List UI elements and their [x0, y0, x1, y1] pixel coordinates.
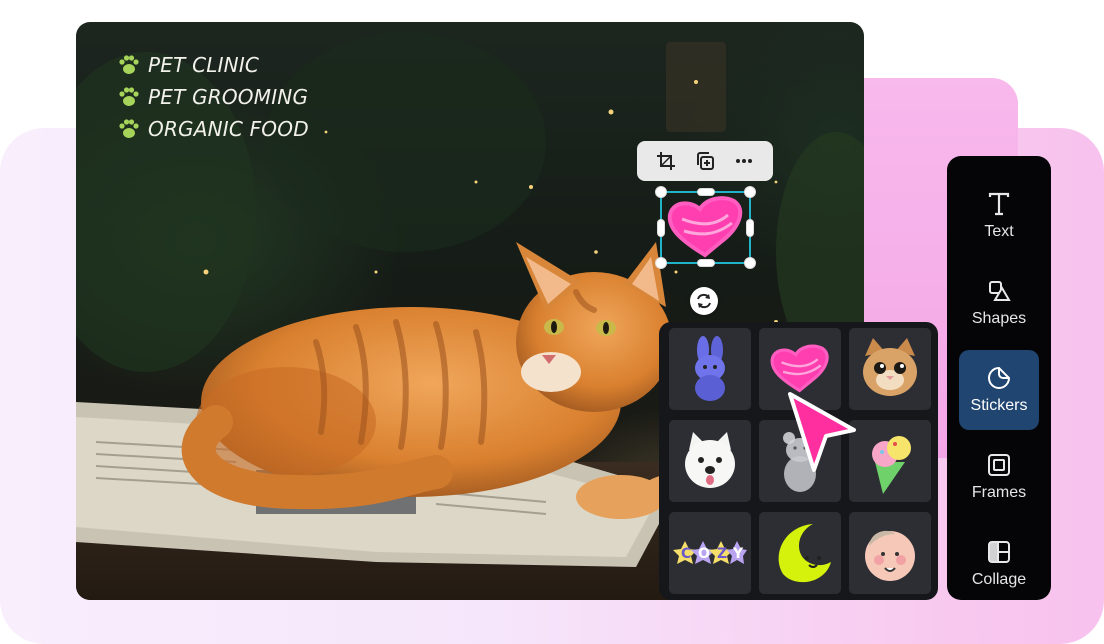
shapes-icon — [989, 281, 1011, 301]
resize-handle[interactable] — [744, 257, 756, 269]
smiling-moon-sticker — [778, 524, 831, 583]
duplicate-icon — [696, 152, 714, 170]
tag-line-3[interactable]: ORGANIC FOOD — [116, 116, 309, 142]
rotate-button[interactable] — [690, 287, 718, 315]
tool-label: Collage — [971, 571, 1027, 588]
resize-handle[interactable] — [746, 219, 754, 237]
paw-icon — [119, 119, 139, 138]
crop-button[interactable] — [654, 149, 678, 173]
cozy-text-sticker: C O Z Y — [673, 541, 747, 564]
tool-label: Frames — [971, 484, 1027, 501]
tool-text[interactable]: Text — [959, 176, 1039, 256]
tool-label: Shapes — [971, 310, 1027, 327]
tag-line-1[interactable]: PET CLINIC — [116, 52, 259, 78]
tool-sidebar: Text Shapes Stickers Frames Collage — [947, 156, 1051, 600]
tool-frames[interactable]: Frames — [959, 437, 1039, 517]
tag-text: ORGANIC FOOD — [148, 117, 309, 141]
tag-text: PET GROOMING — [148, 85, 309, 109]
svg-text:Z: Z — [717, 546, 727, 562]
selected-sticker-box[interactable] — [655, 186, 756, 269]
pointer-cursor — [788, 392, 856, 472]
resize-handle[interactable] — [657, 219, 665, 237]
sticker-cell[interactable] — [669, 420, 751, 502]
text-icon — [988, 192, 1010, 216]
resize-handle[interactable] — [697, 259, 715, 267]
ice-cream-sticker — [872, 436, 911, 494]
frame-icon — [988, 454, 1010, 476]
resize-handle[interactable] — [744, 186, 756, 198]
tag-text: PET CLINIC — [148, 53, 260, 77]
pink-heart-sticker — [770, 344, 829, 393]
resize-handle[interactable] — [655, 257, 667, 269]
sticker-cell[interactable] — [849, 512, 931, 594]
cat-face-sticker — [863, 338, 917, 396]
collage-icon — [988, 541, 1010, 563]
sticker-cell[interactable]: C O Z Y — [669, 512, 751, 594]
duplicate-button[interactable] — [693, 149, 717, 173]
paw-icon — [119, 87, 139, 106]
sticker-cell[interactable] — [759, 512, 841, 594]
sticker-cell[interactable] — [849, 420, 931, 502]
resize-handle[interactable] — [697, 188, 715, 196]
more-button[interactable] — [732, 149, 756, 173]
tool-collage[interactable]: Collage — [959, 524, 1039, 604]
paw-icon — [119, 55, 139, 74]
selection-toolbar — [637, 141, 773, 181]
sticker-cell[interactable] — [669, 328, 751, 410]
tool-label: Text — [984, 223, 1014, 240]
rotate-icon — [697, 293, 711, 309]
tool-stickers[interactable]: Stickers — [959, 350, 1039, 430]
svg-text:O: O — [698, 546, 710, 562]
blushing-face-sticker — [865, 530, 915, 581]
sticker-icon — [988, 366, 1011, 389]
svg-text:Y: Y — [732, 546, 744, 562]
svg-text:C: C — [681, 546, 691, 562]
resize-handle[interactable] — [655, 186, 667, 198]
sticker-cell[interactable] — [849, 328, 931, 410]
white-dog-sticker — [685, 432, 735, 488]
tool-label: Stickers — [970, 397, 1028, 414]
tool-shapes[interactable]: Shapes — [959, 263, 1039, 343]
tag-line-2[interactable]: PET GROOMING — [116, 84, 308, 110]
more-icon — [735, 159, 752, 163]
purple-bunny-sticker — [695, 336, 725, 401]
pink-heart-sticker — [667, 196, 743, 258]
crop-icon — [657, 152, 676, 170]
